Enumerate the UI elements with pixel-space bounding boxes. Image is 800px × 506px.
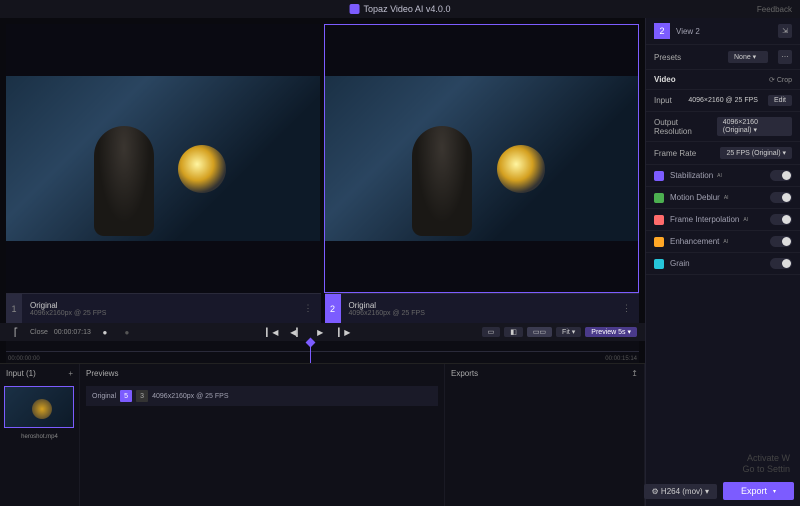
marker-icon[interactable]: ● [97,325,113,339]
input-res-label: Input [654,96,672,105]
export-button[interactable]: Export ▾ [723,482,794,500]
pane-number-1[interactable]: 1 [6,294,22,323]
grain-icon [654,259,664,269]
stabilization-icon [654,171,664,181]
titlebar: Topaz Video AI v4.0.0 Feedback [0,0,800,18]
effect-enhancement[interactable]: EnhancementAI [646,231,800,253]
exports-panel-title: Exports [451,369,478,378]
layout-split-icon[interactable]: ◧ [504,327,523,337]
input-res-value: 4096×2160 @ 25 FPS [688,97,758,104]
preview-pane-1[interactable] [6,24,320,293]
in-marker-icon[interactable]: ⎡ [8,325,24,339]
stabilization-toggle[interactable] [770,170,792,181]
video-section-label: Video [654,75,676,84]
pane-title: Original [30,301,106,310]
view-expand-icon[interactable]: ⇲ [778,24,792,38]
app-logo-icon [350,4,360,14]
step-forward-icon[interactable]: ▎▶ [336,325,352,339]
output-res-label: Output Resolution [654,118,711,136]
crop-toggle[interactable]: ⟳ Crop [769,76,792,84]
enhancement-icon [654,237,664,247]
framerate-label: Frame Rate [654,149,696,158]
frame-interpolation-toggle[interactable] [770,214,792,225]
video-frame [6,76,320,241]
preview-button[interactable]: Preview 5s ▾ [585,327,637,337]
framerate-dropdown[interactable]: 25 FPS (Original) ▾ [720,147,792,159]
layout-sbs-icon[interactable]: ▭ [482,327,501,337]
presets-menu-icon[interactable]: ⋯ [778,50,792,64]
add-input-button[interactable]: + [68,369,73,378]
input-thumbnail[interactable] [4,386,74,428]
presets-label: Presets [654,53,681,62]
timecode-display: 00:00:07:13 [54,329,91,336]
pane-menu-icon[interactable]: ⋮ [622,303,639,314]
pane-footer-1: 1 Original 4096x2160px @ 25 FPS ⋮ [6,293,321,323]
presets-dropdown[interactable]: None ▾ [728,51,768,63]
skip-back-icon[interactable]: ▎◀ [264,325,280,339]
input-filename: heroshot.mp4 [0,434,79,440]
timeline-start: 00:00:00:00 [8,356,40,362]
settings-sidebar: 2 View 2 ⇲ Presets None ▾ ⋯ Video ⟳ Crop… [645,18,800,506]
marker-dot-icon[interactable]: ● [119,325,135,339]
timeline[interactable]: 00:00:00:00 00:00:15:14 [6,341,639,363]
edit-input-button[interactable]: Edit [768,95,792,106]
grain-toggle[interactable] [770,258,792,269]
preview-area [0,18,645,293]
pane-footer-2: 2 Original 4096x2160px @ 25 FPS ⋮ [325,293,640,323]
output-res-dropdown[interactable]: 4096×2160 (Original) ▾ [717,117,792,136]
frame-interpolation-icon [654,215,664,225]
effect-grain[interactable]: Grain [646,253,800,275]
play-icon[interactable]: ▶ [312,325,328,339]
pane-resolution: 4096x2160px @ 25 FPS [30,310,106,317]
preview-badge: 5 [120,390,132,402]
codec-dropdown[interactable]: ⚙ H264 (mov) ▾ [644,484,717,499]
feedback-button[interactable]: Feedback [757,5,792,14]
fit-dropdown[interactable]: Fit ▾ [556,327,581,337]
watermark-text: Activate W Go to Settin [742,453,790,476]
pane-number-2[interactable]: 2 [325,294,341,323]
pane-menu-icon[interactable]: ⋮ [304,303,321,314]
preview-name: Original [92,393,116,400]
preview-resolution: 4096x2160px @ 25 FPS [152,393,228,400]
pane-resolution: 4096x2160px @ 25 FPS [349,310,425,317]
timeline-end: 00:00:15:14 [605,356,637,362]
transport-bar: ⎡ Close 00:00:07:13 ● ● ▎◀ ◀▎ ▶ ▎▶ ▭ ◧ ▭… [0,323,645,341]
preview-pane-2[interactable] [324,24,640,293]
playhead[interactable] [310,341,311,363]
video-frame [325,76,639,241]
preview-badge-secondary: 3 [136,390,148,402]
preview-list-item[interactable]: Original 5 3 4096x2160px @ 25 FPS [86,386,438,406]
input-panel-title: Input (1) [6,369,36,378]
motion-deblur-toggle[interactable] [770,192,792,203]
effect-motion-deblur[interactable]: Motion DeblurAI [646,187,800,209]
pane-title: Original [349,301,425,310]
previews-panel-title: Previews [86,369,118,378]
enhancement-toggle[interactable] [770,236,792,247]
effect-frame-interpolation[interactable]: Frame InterpolationAI [646,209,800,231]
view-label: View 2 [676,27,700,36]
step-back-icon[interactable]: ◀▎ [288,325,304,339]
app-title: Topaz Video AI v4.0.0 [364,4,451,14]
exports-sort-icon[interactable]: ↥ [631,369,638,378]
view-number-badge: 2 [654,23,670,39]
layout-ab-icon[interactable]: ▭▭ [527,327,552,337]
close-clip-button[interactable]: Close [30,329,48,336]
motion-deblur-icon [654,193,664,203]
effect-stabilization[interactable]: StabilizationAI [646,165,800,187]
